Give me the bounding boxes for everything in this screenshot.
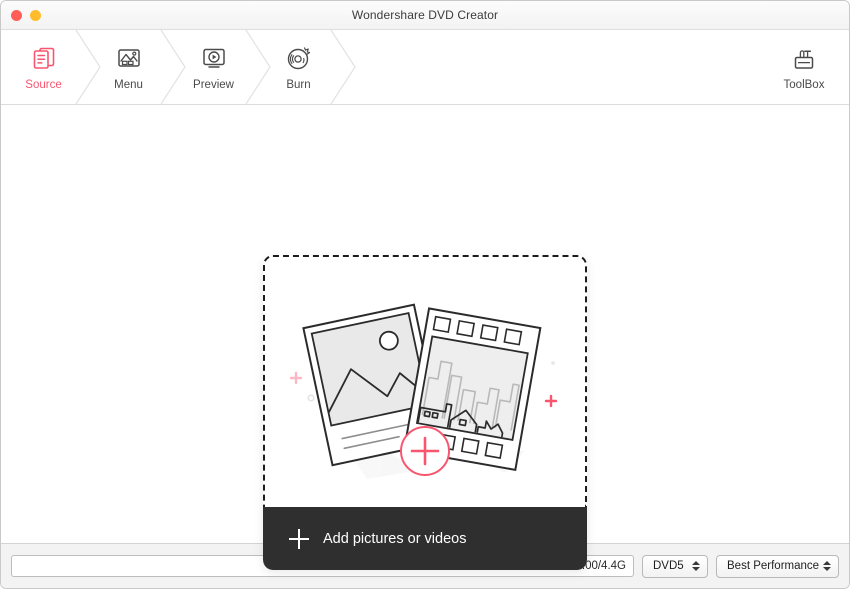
add-button-label: Add pictures or videos: [323, 530, 467, 547]
minimize-window-button[interactable]: [30, 10, 41, 21]
main-content: Add pictures or videos: [1, 105, 849, 570]
monitor-play-icon: [199, 43, 229, 73]
app-window: Wondershare DVD Creator Source Menu Prev…: [0, 0, 850, 589]
disc-type-value: DVD5: [653, 560, 684, 572]
tab-preview-label: Preview: [193, 79, 234, 91]
plus-circle-icon: [400, 426, 450, 476]
quality-value: Best Performance: [727, 560, 820, 572]
titlebar: Wondershare DVD Creator: [1, 1, 849, 30]
traffic-lights: [11, 10, 41, 21]
add-pictures-or-videos-button[interactable]: Add pictures or videos: [263, 507, 587, 570]
toolbox-icon: [789, 43, 819, 73]
quality-select[interactable]: Best Performance: [716, 554, 839, 578]
plus-icon: [289, 528, 309, 549]
documents-stack-icon: [29, 43, 59, 73]
window-title: Wondershare DVD Creator: [351, 8, 499, 22]
tab-source-label: Source: [25, 79, 62, 91]
tab-burn-label: Burn: [286, 79, 311, 91]
picture-frame-icon: [114, 43, 144, 73]
photos-and-filmstrip-illustration: [289, 303, 558, 479]
dropzone-container: Add pictures or videos: [263, 255, 587, 570]
disc-flame-icon: [283, 43, 315, 73]
disc-type-select[interactable]: DVD5: [642, 554, 708, 578]
toolbar: Source Menu Preview Burn ToolBox: [1, 30, 849, 105]
toolbox-label: ToolBox: [783, 79, 825, 91]
close-window-button[interactable]: [11, 10, 22, 21]
chevron-updown-icon: [692, 561, 700, 571]
media-dropzone[interactable]: Add pictures or videos: [263, 255, 587, 570]
step-tabs: Source Menu Preview Burn: [1, 30, 356, 104]
toolbox-button[interactable]: ToolBox: [767, 30, 841, 104]
chevron-updown-icon: [823, 561, 831, 571]
tab-menu-label: Menu: [114, 79, 143, 91]
